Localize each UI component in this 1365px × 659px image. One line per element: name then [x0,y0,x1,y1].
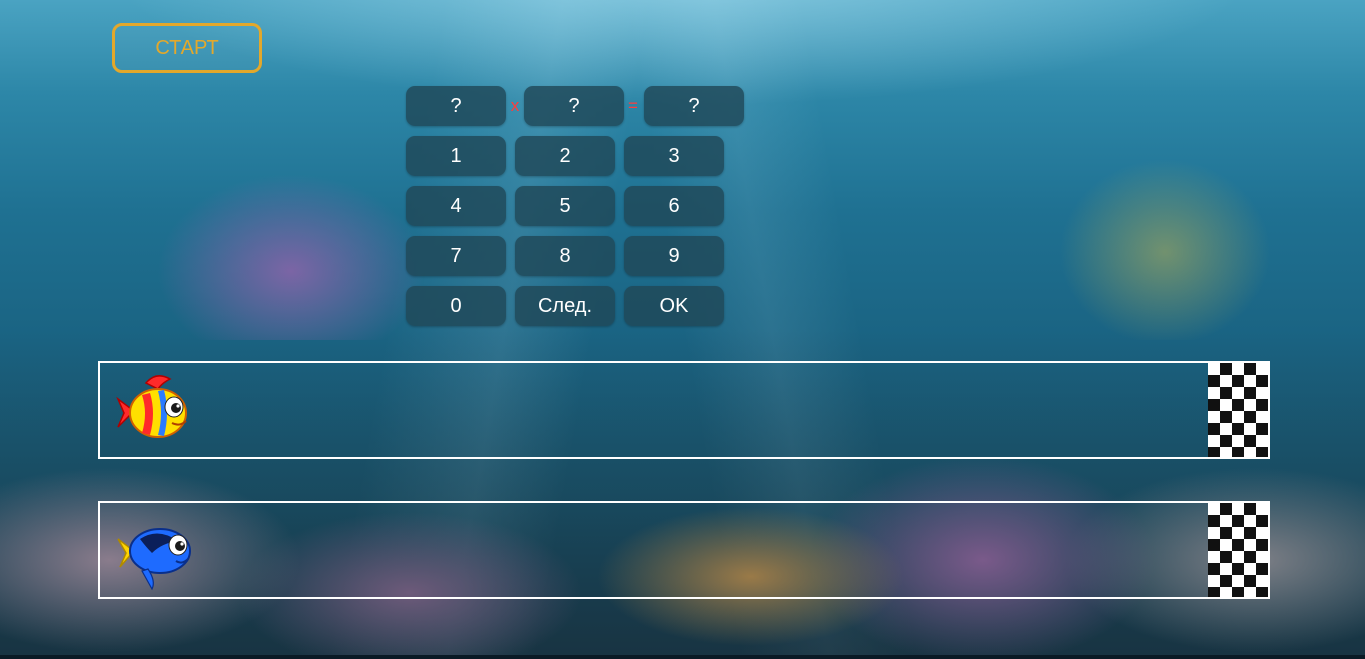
red-yellow-fish-icon [116,375,187,438]
coral-right-decoration [1030,120,1330,340]
key-6[interactable]: 6 [624,186,724,226]
key-8[interactable]: 8 [515,236,615,276]
checkered-flag-icon [1208,363,1268,457]
times-sign: x [510,96,520,115]
race-lane-opponent [98,501,1270,599]
key-5[interactable]: 5 [515,186,615,226]
key-7[interactable]: 7 [406,236,506,276]
blue-tang-fish-icon [117,528,191,591]
key-9[interactable]: 9 [624,236,724,276]
ok-button[interactable]: OK [624,286,724,326]
key-1[interactable]: 1 [406,136,506,176]
key-2[interactable]: 2 [515,136,615,176]
key-3[interactable]: 3 [624,136,724,176]
game-screen: СТАРТ ? x ? = ? 1 2 3 4 5 6 7 8 9 0 След… [0,0,1365,659]
key-0[interactable]: 0 [406,286,506,326]
key-4[interactable]: 4 [406,186,506,226]
equals-sign: = [628,96,638,115]
checkered-flag-icon [1208,503,1268,597]
factor-b-display: ? [524,86,624,126]
start-button[interactable]: СТАРТ [112,23,262,73]
factor-a-display: ? [406,86,506,126]
bottom-edge [0,655,1365,659]
race-lane-player [98,361,1270,459]
result-display: ? [644,86,744,126]
next-button[interactable]: След. [515,286,615,326]
